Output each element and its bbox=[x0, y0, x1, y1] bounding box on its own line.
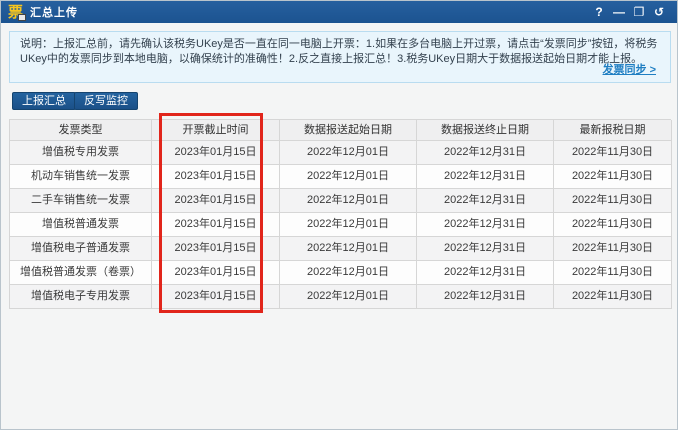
table-cell: 增值税电子普通发票 bbox=[10, 237, 152, 261]
table-cell: 2022年12月01日 bbox=[280, 213, 417, 237]
table-cell: 2023年01月15日 bbox=[152, 237, 280, 261]
invoice-sync-link[interactable]: 发票同步 > bbox=[603, 63, 656, 78]
table-cell: 2022年12月31日 bbox=[417, 237, 554, 261]
table-row[interactable]: 增值税电子普通发票2023年01月15日2022年12月01日2022年12月3… bbox=[10, 237, 671, 261]
window-title: 汇总上传 bbox=[30, 4, 78, 20]
table-cell: 2023年01月15日 bbox=[152, 261, 280, 285]
invoice-app-icon: 票 bbox=[7, 4, 24, 21]
table-row[interactable]: 机动车销售统一发票2023年01月15日2022年12月01日2022年12月3… bbox=[10, 165, 671, 189]
summary-upload-window: 票 汇总上传 ? — ❐ ↺ 说明：上报汇总前，请先确认该税务UKey是否一直在… bbox=[0, 0, 678, 430]
table-cell: 二手车销售统一发票 bbox=[10, 189, 152, 213]
table-cell: 2022年11月30日 bbox=[554, 189, 672, 213]
table-cell: 2023年01月15日 bbox=[152, 141, 280, 165]
table-cell: 2022年12月31日 bbox=[417, 261, 554, 285]
table-cell: 2022年12月31日 bbox=[417, 165, 554, 189]
table-row[interactable]: 二手车销售统一发票2023年01月15日2022年12月01日2022年12月3… bbox=[10, 189, 671, 213]
table-cell: 2022年11月30日 bbox=[554, 261, 672, 285]
invoice-table: 发票类型开票截止时间数据报送起始日期数据报送终止日期最新报税日期 增值税专用发票… bbox=[9, 119, 671, 309]
table-row[interactable]: 增值税电子专用发票2023年01月15日2022年12月01日2022年12月3… bbox=[10, 285, 671, 309]
table-cell: 2022年11月30日 bbox=[554, 237, 672, 261]
writeback-monitor-button[interactable]: 反写监控 bbox=[74, 92, 138, 110]
table-row[interactable]: 增值税普通发票（卷票）2023年01月15日2022年12月01日2022年12… bbox=[10, 261, 671, 285]
table-header-row: 发票类型开票截止时间数据报送起始日期数据报送终止日期最新报税日期 bbox=[10, 120, 671, 141]
table-cell: 2022年12月01日 bbox=[280, 261, 417, 285]
table-row[interactable]: 增值税专用发票2023年01月15日2022年12月01日2022年12月31日… bbox=[10, 141, 671, 165]
table-header-cell: 开票截止时间 bbox=[152, 120, 280, 141]
table-cell: 2022年12月01日 bbox=[280, 141, 417, 165]
table-cell: 2023年01月15日 bbox=[152, 165, 280, 189]
table-cell: 2022年11月30日 bbox=[554, 213, 672, 237]
minimize-icon[interactable]: — bbox=[609, 1, 629, 23]
table-cell: 增值税普通发票（卷票） bbox=[10, 261, 152, 285]
table-header-cell: 数据报送终止日期 bbox=[417, 120, 554, 141]
table-cell: 增值税电子专用发票 bbox=[10, 285, 152, 309]
instruction-notice: 说明：上报汇总前，请先确认该税务UKey是否一直在同一电脑上开票：1.如果在多台… bbox=[9, 31, 671, 83]
table-header-cell: 最新报税日期 bbox=[554, 120, 672, 141]
table-cell: 2022年12月31日 bbox=[417, 189, 554, 213]
title-bar: 票 汇总上传 ? — ❐ ↺ bbox=[1, 1, 677, 23]
table-body: 增值税专用发票2023年01月15日2022年12月01日2022年12月31日… bbox=[10, 141, 671, 309]
table-cell: 2022年12月01日 bbox=[280, 237, 417, 261]
table-cell: 增值税普通发票 bbox=[10, 213, 152, 237]
table-cell: 2022年12月31日 bbox=[417, 285, 554, 309]
back-icon[interactable]: ↺ bbox=[649, 1, 669, 23]
help-icon[interactable]: ? bbox=[589, 1, 609, 23]
table-cell: 2022年11月30日 bbox=[554, 165, 672, 189]
table-cell: 2022年12月01日 bbox=[280, 285, 417, 309]
instruction-text: 说明：上报汇总前，请先确认该税务UKey是否一直在同一电脑上开票：1.如果在多台… bbox=[20, 38, 657, 65]
table-cell: 2022年12月01日 bbox=[280, 165, 417, 189]
table-header-cell: 发票类型 bbox=[10, 120, 152, 141]
table-header-cell: 数据报送起始日期 bbox=[280, 120, 417, 141]
table-cell: 2022年12月31日 bbox=[417, 141, 554, 165]
table-cell: 2023年01月15日 bbox=[152, 189, 280, 213]
table-cell: 机动车销售统一发票 bbox=[10, 165, 152, 189]
table-cell: 2022年12月01日 bbox=[280, 189, 417, 213]
table-cell: 2023年01月15日 bbox=[152, 285, 280, 309]
table-cell: 2022年11月30日 bbox=[554, 285, 672, 309]
table-cell: 增值税专用发票 bbox=[10, 141, 152, 165]
table-cell: 2022年12月31日 bbox=[417, 213, 554, 237]
report-summary-button[interactable]: 上报汇总 bbox=[12, 92, 76, 110]
table-row[interactable]: 增值税普通发票2023年01月15日2022年12月01日2022年12月31日… bbox=[10, 213, 671, 237]
maximize-icon[interactable]: ❐ bbox=[629, 1, 649, 23]
table-cell: 2023年01月15日 bbox=[152, 213, 280, 237]
table-cell: 2022年11月30日 bbox=[554, 141, 672, 165]
